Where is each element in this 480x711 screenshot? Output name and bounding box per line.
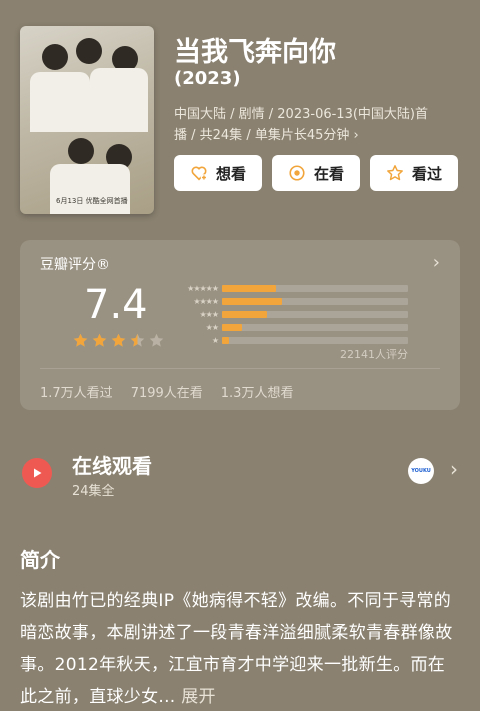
youku-icon: YOUKU (408, 458, 434, 484)
distribution-bar-track (222, 310, 408, 318)
meta-line: 中国大陆 / 剧情 / 2023-06-13(中国大陆)首 (174, 107, 428, 122)
rating-star-icon (91, 332, 108, 349)
page-title: 当我飞奔向你 (174, 37, 336, 68)
distribution-stars-label: ★★★ (199, 309, 219, 319)
rating-count: 22141人评分 (340, 348, 408, 361)
chevron-right-icon[interactable]: › (433, 252, 440, 273)
episode-count: 24集全 (72, 484, 115, 499)
distribution-bar-fill (222, 297, 282, 305)
watching-button[interactable]: 在看 (272, 155, 360, 191)
distribution-stars-label: ★★★★ (193, 296, 219, 306)
distribution-row: ★ (168, 334, 408, 346)
distribution-bar-track (222, 336, 408, 344)
rating-star-icon (110, 332, 127, 349)
want-to-watch-label: 想看 (215, 164, 246, 183)
star-outline-icon (387, 165, 403, 181)
distribution-bar-track (222, 297, 408, 305)
watch-title: 在线观看 (72, 454, 152, 478)
poster-image[interactable]: 6月13日 优酷全网首播 (20, 26, 154, 214)
watching-count[interactable]: 7199人在看 (131, 382, 203, 401)
rating-label: 豆瓣评分® (40, 257, 110, 273)
intro-heading: 简介 (20, 548, 60, 572)
distribution-bar-fill (222, 310, 267, 318)
rating-star-icon (72, 332, 89, 349)
expand-link[interactable]: 展开 (181, 687, 216, 707)
chevron-right-icon: › (450, 457, 458, 481)
watching-label: 在看 (313, 164, 344, 183)
poster-figure-body (50, 164, 130, 214)
watched-count[interactable]: 1.7万人看过 (40, 382, 113, 401)
watched-label: 看过 (411, 164, 442, 183)
distribution-bar-track (222, 284, 408, 292)
poster-figure (68, 138, 94, 164)
distribution-row: ★★★ (168, 308, 408, 320)
intro-body: 该剧由竹已的经典IP《她病得不轻》改编。不同于寻常的暗恋故事，本剧讲述了一段青春… (20, 591, 453, 707)
target-icon (289, 165, 305, 181)
viewer-stats: 1.7万人看过 7199人在看 1.3万人想看 (40, 382, 293, 401)
online-watch-row[interactable]: 在线观看 24集全 YOUKU › (20, 450, 460, 500)
meta-line: 播 / 共24集 / 单集片长45分钟 › (174, 128, 359, 143)
rating-distribution: ★★★★★ ★★★★ ★★★ ★★ ★ (168, 282, 408, 347)
heart-plus-icon (191, 166, 208, 181)
poster-figure-body (30, 72, 90, 132)
distribution-bar-fill (222, 336, 230, 344)
poster-figure (76, 38, 102, 64)
douban-rating-card[interactable]: 豆瓣评分® › 7.4 ★★★★★ ★★★★ ★★★ ★★ ★ 22141人评分 1.7… (20, 240, 460, 410)
action-buttons: 想看 在看 看过 (174, 155, 458, 191)
divider (40, 368, 440, 369)
release-year: (2023) (174, 68, 241, 89)
distribution-row: ★★★★★ (168, 282, 408, 294)
rating-star-icon (148, 332, 165, 349)
distribution-bar-track (222, 323, 408, 331)
distribution-bar-fill (222, 323, 243, 331)
distribution-bar-fill (222, 284, 276, 292)
rating-score: 7.4 (84, 282, 148, 328)
distribution-stars-label: ★★ (205, 322, 219, 332)
poster-figure-body (90, 68, 148, 132)
poster-figure (42, 44, 68, 70)
rating-stars (72, 332, 165, 349)
want-count[interactable]: 1.3万人想看 (221, 382, 294, 401)
watched-button[interactable]: 看过 (370, 155, 458, 191)
want-to-watch-button[interactable]: 想看 (174, 155, 262, 191)
distribution-row: ★★★★ (168, 295, 408, 307)
distribution-stars-label: ★ (211, 335, 219, 345)
distribution-row: ★★ (168, 321, 408, 333)
meta-info[interactable]: 中国大陆 / 剧情 / 2023-06-13(中国大陆)首 播 / 共24集 /… (174, 104, 464, 146)
intro-text: 该剧由竹已的经典IP《她病得不轻》改编。不同于寻常的暗恋故事，本剧讲述了一段青春… (20, 585, 460, 711)
distribution-stars-label: ★★★★★ (187, 283, 219, 293)
poster-caption: 6月13日 优酷全网首播 (56, 197, 128, 205)
play-icon (22, 458, 52, 488)
rating-star-icon (129, 332, 146, 349)
